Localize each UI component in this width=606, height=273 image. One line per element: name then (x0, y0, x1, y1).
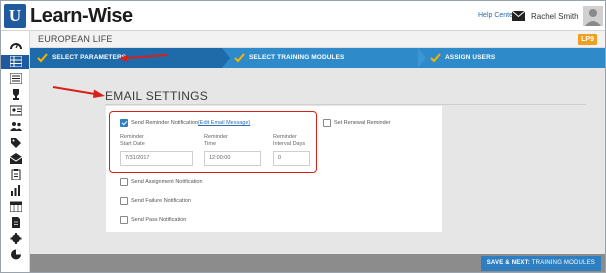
user-name[interactable]: Rachel Smith (531, 12, 579, 21)
annotation-arrow (52, 86, 105, 98)
course-badge: LP9 (578, 34, 597, 45)
grid-icon (10, 56, 22, 67)
course-title: EUROPEAN LIFE (38, 34, 113, 44)
tag-icon[interactable] (10, 137, 22, 148)
assignment-notification-label: Send Assignment Notification (131, 179, 203, 185)
help-center-link[interactable]: Help Center (478, 12, 515, 19)
checkmark-icon (430, 53, 441, 63)
save-button-target: TRAINING MODULES (530, 260, 595, 266)
step-assign-users[interactable]: ASSIGN USERS (418, 48, 605, 68)
sidebar-item-active[interactable] (1, 55, 29, 69)
calendar-icon[interactable] (10, 201, 22, 212)
logo-text: Learn-Wise (30, 5, 133, 27)
pass-notification-checkbox[interactable] (120, 216, 128, 224)
renewal-label: Set Renewal Reminder (334, 120, 391, 126)
divider (105, 104, 586, 105)
dashboard-icon[interactable] (10, 40, 22, 51)
wizard-steps: SELECT PARAMETERS SELECT TRAINING MODULE… (30, 48, 605, 68)
trophy-icon[interactable] (10, 89, 22, 100)
users-icon[interactable] (10, 121, 22, 132)
logo-mark: U (4, 4, 26, 28)
bar-chart-icon[interactable] (10, 185, 22, 196)
step-label: ASSIGN USERS (445, 54, 496, 61)
app-window: U Learn-Wise Help Center Rachel Smith EU… (0, 0, 606, 273)
course-header: EUROPEAN LIFE LP9 (30, 31, 605, 48)
top-header: U Learn-Wise Help Center Rachel Smith (1, 1, 605, 31)
step-label: SELECT TRAINING MODULES (249, 54, 345, 61)
footer-bar: SAVE & NEXT: TRAINING MODULES (30, 254, 605, 272)
failure-notification-checkbox[interactable] (120, 197, 128, 205)
step-label: SELECT PARAMETERS (52, 54, 127, 61)
save-button-label: SAVE & NEXT: (486, 260, 531, 266)
save-next-button[interactable]: SAVE & NEXT: TRAINING MODULES (480, 256, 601, 271)
mail-open-icon[interactable] (10, 153, 22, 164)
document-icon[interactable] (10, 217, 22, 228)
step-select-training-modules[interactable]: SELECT TRAINING MODULES (222, 48, 418, 68)
list-icon[interactable] (10, 73, 22, 84)
pie-chart-icon[interactable] (10, 249, 22, 260)
clipboard-icon[interactable] (10, 169, 22, 180)
failure-notification-label: Send Failure Notification (131, 198, 191, 204)
annotation-arrow (119, 54, 168, 62)
gear-icon[interactable] (10, 233, 22, 244)
sidebar (1, 31, 30, 272)
id-card-icon[interactable] (10, 105, 22, 116)
mail-icon[interactable] (512, 11, 525, 21)
avatar[interactable] (583, 6, 603, 26)
section-title: EMAIL SETTINGS (105, 89, 209, 103)
assignment-notification-checkbox[interactable] (120, 178, 128, 186)
renewal-checkbox[interactable] (323, 119, 331, 127)
checkmark-icon (234, 53, 245, 63)
pass-notification-label: Send Pass Notification (131, 217, 187, 223)
checkmark-icon (37, 53, 48, 63)
annotation-highlight (109, 111, 317, 173)
